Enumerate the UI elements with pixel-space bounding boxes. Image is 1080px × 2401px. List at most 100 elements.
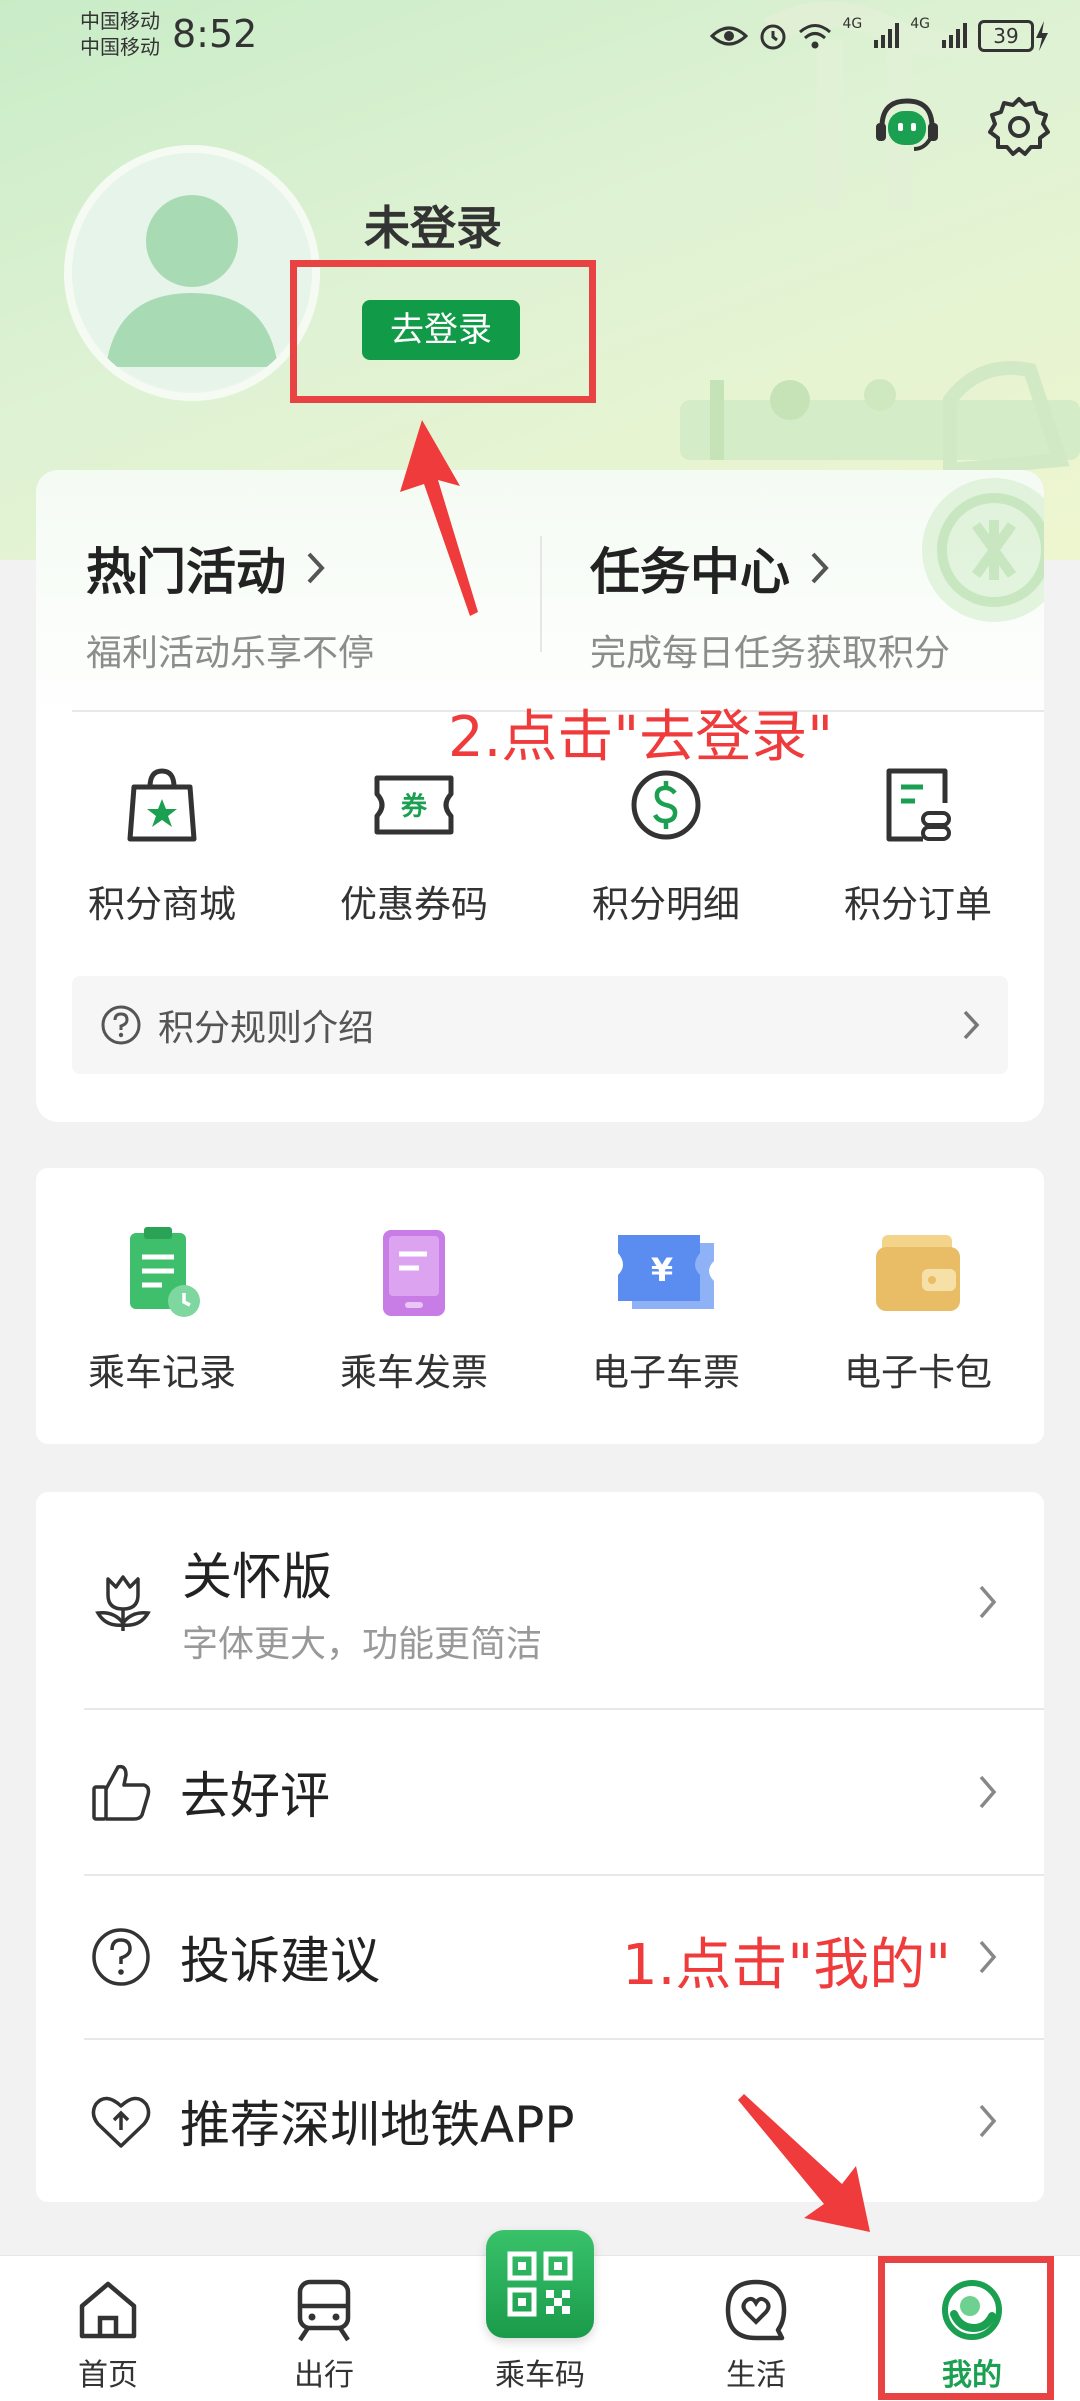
avatar[interactable] (64, 145, 320, 401)
annotation-arrow-my (738, 2094, 870, 2232)
annotation-box-my (878, 2256, 1054, 2400)
coupon-code-item[interactable]: 券 优惠券码 (288, 760, 540, 928)
promo-hot-activities[interactable]: 热门活动 福利活动乐享不停 (86, 532, 374, 676)
ride-invoice-item[interactable]: 乘车发票 (288, 1228, 540, 1396)
ride-code-button[interactable] (486, 2230, 594, 2338)
battery-indicator: 39 (978, 20, 1050, 52)
grid-label: 优惠券码 (340, 883, 488, 926)
nav-life[interactable]: 生活 (648, 2256, 864, 2401)
points-rules-bar[interactable]: 积分规则介绍 (72, 976, 1008, 1074)
annotation-step-2: 2.点击"去登录" (448, 705, 833, 770)
promo-divider (540, 536, 542, 652)
e-ticket-item[interactable]: ¥ 电子车票 (540, 1228, 792, 1396)
rate-app-row[interactable]: 去好评 (36, 1710, 1044, 1874)
tulip-icon (95, 1575, 151, 1631)
annotation-step-1: 1.点击"我的" (622, 1933, 951, 1998)
points-grid: 积分商城 券 优惠券码 积分明细 积分订单 (36, 760, 1044, 928)
points-card: 热门活动 福利活动乐享不停 任务中心 完成每日任务获取积分 积分商城 券 优惠券… (36, 470, 1044, 1122)
coupon-icon: 券 (374, 775, 454, 835)
e-wallet-item[interactable]: 电子卡包 (792, 1228, 1044, 1396)
carrier-1: 中国移动 (80, 9, 160, 33)
nav-label: 首页 (78, 2358, 138, 2393)
promo-title: 任务中心 (590, 543, 790, 601)
row-label: 投诉建议 (180, 1932, 380, 1990)
nav-label: 乘车码 (495, 2358, 585, 2393)
network-label-1: 4G (842, 16, 863, 32)
grid-label: 乘车发票 (340, 1351, 488, 1394)
ticket-badge: ¥ (651, 1251, 673, 1289)
ride-services-card: 乘车记录 乘车发票 ¥ 电子车票 电子卡包 (36, 1168, 1044, 1444)
coupon-badge: 券 (401, 792, 428, 822)
status-time: 8:52 (172, 12, 258, 56)
row-label: 推荐深圳地铁APP (180, 2096, 575, 2154)
network-label-2: 4G (910, 16, 930, 32)
chevron-right-icon (963, 1010, 980, 1040)
care-mode-row[interactable]: 关怀版 字体更大，功能更简洁 (36, 1532, 1044, 1672)
ride-grid: 乘车记录 乘车发票 ¥ 电子车票 电子卡包 (36, 1227, 1044, 1396)
question-circle-icon (92, 1928, 150, 1986)
order-list-icon (886, 768, 951, 842)
status-icons: 4G 4G 39 (710, 16, 1050, 56)
settings-list-card: 关怀版 字体更大，功能更简洁 去好评 投诉建议 推荐深圳地铁APP (36, 1492, 1044, 2202)
login-status-text: 未登录 (364, 201, 502, 255)
signal-icon-1 (874, 23, 900, 48)
points-mall-item[interactable]: 积分商城 (36, 760, 288, 928)
nav-label: 出行 (294, 2358, 354, 2393)
dollar-circle-icon (631, 770, 701, 840)
nav-label: 生活 (726, 2358, 786, 2393)
charging-icon (1036, 21, 1048, 51)
ride-record-item[interactable]: 乘车记录 (36, 1227, 288, 1396)
customer-service-icon[interactable] (874, 95, 940, 157)
ride-record-icon (130, 1227, 200, 1317)
heart-share-icon (91, 2096, 151, 2148)
battery-level: 39 (978, 20, 1034, 52)
invoice-icon (383, 1230, 445, 1316)
promo-task-center[interactable]: 任务中心 完成每日任务获取积分 (590, 532, 950, 676)
row-label: 关怀版 (182, 1548, 332, 1606)
nav-travel[interactable]: 出行 (216, 2256, 432, 2401)
recommend-app-row[interactable]: 推荐深圳地铁APP (36, 2040, 1044, 2202)
chevron-right-icon (307, 552, 325, 584)
qr-code-icon (507, 2251, 573, 2317)
chevron-right-icon (979, 2104, 997, 2138)
question-circle-icon (101, 1005, 141, 1045)
carrier-2: 中国移动 (80, 35, 160, 59)
default-user-icon (72, 153, 312, 391)
e-ticket-icon: ¥ (618, 1235, 714, 1309)
alarm-icon (760, 24, 786, 50)
settings-gear-icon[interactable] (988, 95, 1050, 157)
row-label: 去好评 (180, 1767, 330, 1825)
carrier-labels: 中国移动 中国移动 (80, 8, 160, 60)
points-detail-item[interactable]: 积分明细 (540, 760, 792, 928)
heart-bubble-icon (725, 2279, 787, 2341)
promo-subtitle: 福利活动乐享不停 (86, 633, 375, 674)
annotation-box-login (290, 260, 596, 403)
chevron-right-icon (811, 552, 829, 584)
eye-icon (710, 26, 749, 46)
grid-label: 积分订单 (844, 883, 992, 926)
annotation-arrow-login (400, 420, 478, 616)
grid-label: 乘车记录 (88, 1351, 236, 1394)
points-order-item[interactable]: 积分订单 (792, 760, 1044, 928)
wifi-icon (799, 24, 832, 49)
row-subtitle: 字体更大，功能更简洁 (182, 1624, 543, 1665)
wallet-icon (876, 1235, 960, 1311)
nav-home[interactable]: 首页 (0, 2256, 216, 2401)
grid-label: 积分商城 (88, 883, 236, 926)
thumbs-up-icon (92, 1764, 151, 1821)
signal-icon-2 (942, 23, 967, 48)
grid-label: 电子车票 (592, 1351, 740, 1394)
train-icon (297, 2279, 351, 2342)
header-actions (874, 95, 1050, 157)
grid-label: 电子卡包 (844, 1351, 992, 1394)
rules-label: 积分规则介绍 (158, 1008, 375, 1049)
shopping-bag-star-icon (127, 768, 197, 842)
home-icon (79, 2281, 137, 2339)
promo-subtitle: 完成每日任务获取积分 (590, 633, 951, 674)
status-bar: 中国移动 中国移动 8:52 4G 4G 39 (0, 0, 1080, 80)
promo-title: 热门活动 (86, 543, 286, 601)
chevron-right-icon (979, 1940, 997, 1974)
chevron-right-icon (979, 1775, 997, 1809)
grid-label: 积分明细 (592, 883, 740, 926)
chevron-right-icon (979, 1585, 997, 1619)
